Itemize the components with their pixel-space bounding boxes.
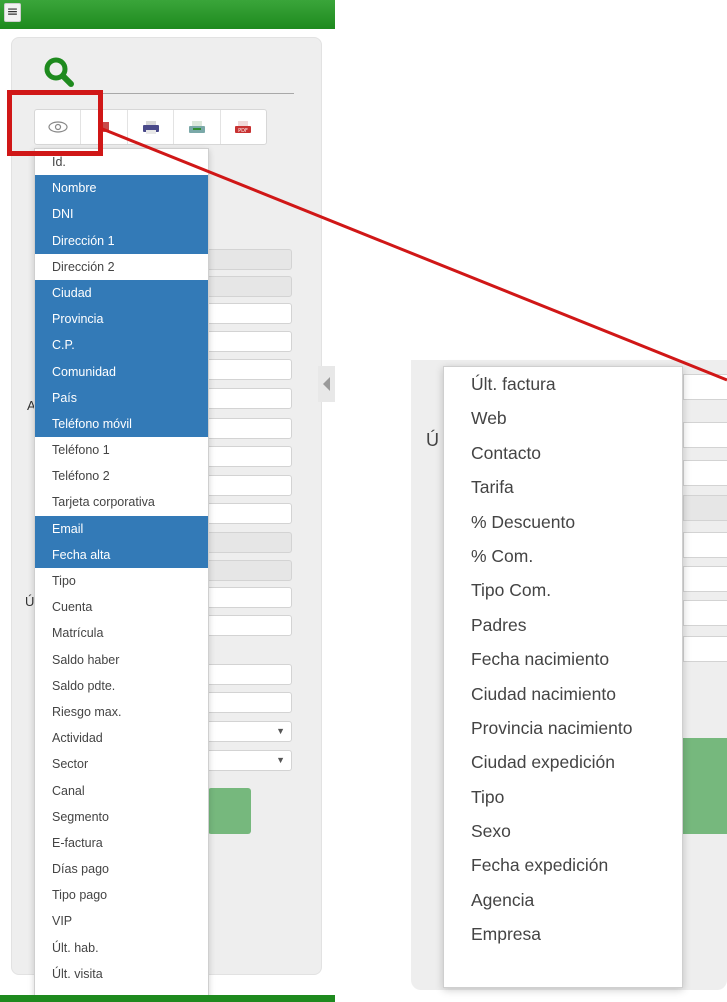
column-option[interactable]: % Descuento (444, 505, 682, 539)
search-icon[interactable] (42, 55, 76, 89)
column-option[interactable]: Teléfono 1 (35, 437, 208, 463)
export-sheet-icon (188, 120, 205, 133)
column-option[interactable]: Nombre (35, 175, 208, 202)
form-field[interactable] (683, 636, 727, 662)
column-option[interactable]: Provincia (35, 306, 208, 333)
column-option[interactable]: E-factura (35, 830, 208, 856)
column-option[interactable]: Padres (444, 608, 682, 642)
column-option[interactable]: País (35, 384, 208, 411)
column-option[interactable]: Tipo (35, 568, 208, 594)
column-option[interactable]: Sector (35, 751, 208, 777)
column-option[interactable]: Saldo haber (35, 647, 208, 673)
select-field[interactable]: ▼ (200, 750, 292, 771)
form-field[interactable] (683, 374, 727, 400)
form-field[interactable] (683, 600, 727, 626)
form-field[interactable] (200, 446, 292, 467)
column-option[interactable]: Tarjeta corporativa (35, 489, 208, 515)
pdf-button[interactable]: PDF (221, 110, 266, 144)
form-field[interactable] (200, 615, 292, 636)
form-label: Ú (426, 430, 439, 450)
column-option[interactable]: Últ. factura (444, 367, 682, 401)
column-option[interactable]: Días pago (35, 856, 208, 882)
app-screenshot: ≡ PDF A Ú ▼ ▼ Id. Nombre DNI Dirección 1… (0, 0, 335, 1002)
column-option[interactable]: Tipo pago (35, 882, 208, 908)
column-option[interactable]: Web (444, 401, 682, 435)
column-option[interactable]: Cuenta (35, 594, 208, 620)
column-option[interactable]: % Com. (444, 539, 682, 573)
column-option[interactable]: Dirección 1 (35, 227, 208, 254)
column-option[interactable]: Fecha expedición (444, 848, 682, 882)
column-option[interactable]: Contacto (444, 436, 682, 470)
form-field[interactable] (200, 418, 292, 439)
form-field[interactable] (200, 692, 292, 713)
form-field[interactable] (200, 388, 292, 409)
action-button[interactable] (208, 788, 251, 834)
form-field[interactable] (200, 276, 292, 297)
form-field[interactable] (200, 359, 292, 380)
column-option[interactable]: Empresa (444, 917, 682, 951)
column-option[interactable]: Tipo (444, 780, 682, 814)
column-option[interactable]: Email (35, 515, 208, 542)
column-option[interactable]: VIP (35, 908, 208, 934)
form-label: Ú (25, 594, 35, 609)
form-field[interactable] (200, 664, 292, 685)
action-button[interactable] (683, 738, 727, 834)
column-option[interactable]: Canal (35, 778, 208, 804)
form-field[interactable] (200, 532, 292, 553)
column-option[interactable]: Sexo (444, 814, 682, 848)
form-field[interactable] (200, 331, 292, 352)
column-option[interactable]: Matrícula (35, 620, 208, 646)
column-option[interactable]: Teléfono 2 (35, 463, 208, 489)
svg-text:PDF: PDF (238, 128, 248, 134)
printer-icon (142, 120, 159, 134)
column-option[interactable]: Saldo pdte. (35, 673, 208, 699)
column-option[interactable]: Ciudad nacimiento (444, 677, 682, 711)
bottom-bar (0, 995, 335, 1002)
column-option[interactable]: Fecha alta (35, 541, 208, 568)
form-field[interactable] (200, 587, 292, 608)
form-field[interactable] (200, 503, 292, 524)
zoomed-column-dropdown: Últ. factura Web Contacto Tarifa% Descuento… (443, 366, 683, 988)
form-field[interactable] (200, 475, 292, 496)
column-option[interactable]: DNI (35, 201, 208, 228)
form-field[interactable] (683, 495, 727, 521)
column-option[interactable]: Segmento (35, 804, 208, 830)
form-field[interactable] (683, 532, 727, 558)
form-field[interactable] (683, 460, 727, 486)
hamburger-icon[interactable]: ≡ (4, 3, 21, 22)
form-field[interactable] (200, 249, 292, 270)
screenshot-root: ≡ PDF A Ú ▼ ▼ Id. Nombre DNI Dirección 1… (0, 0, 727, 1002)
form-field[interactable] (683, 422, 727, 448)
column-option[interactable]: Últ. hab. (35, 935, 208, 961)
form-field[interactable] (200, 303, 292, 324)
column-option[interactable]: Comunidad (35, 358, 208, 385)
column-option[interactable]: Provincia nacimiento (444, 711, 682, 745)
column-option[interactable]: Tipo Com. (444, 573, 682, 607)
column-option[interactable]: Fecha nacimiento (444, 642, 682, 676)
column-visibility-dropdown: Id. Nombre DNI Dirección 1 Dirección 2 Ciudad… (34, 148, 209, 1002)
column-option[interactable]: Tarifa (444, 470, 682, 504)
column-option[interactable]: Actividad (35, 725, 208, 751)
column-option[interactable]: Teléfono móvil (35, 410, 208, 438)
column-option[interactable]: Agencia (444, 883, 682, 917)
collapse-panel-icon[interactable] (318, 366, 335, 402)
form-field[interactable] (200, 560, 292, 581)
column-option[interactable]: Dirección 2 (35, 254, 208, 280)
print-button[interactable] (128, 110, 175, 144)
column-option[interactable]: Ciudad (35, 279, 208, 307)
select-field[interactable]: ▼ (200, 721, 292, 742)
highlight-box (7, 90, 103, 156)
column-option[interactable]: Riesgo max. (35, 699, 208, 725)
form-field[interactable] (683, 566, 727, 592)
column-option[interactable]: C.P. (35, 332, 208, 359)
export-sheet-button[interactable] (174, 110, 221, 144)
pdf-icon: PDF (235, 120, 252, 134)
column-option[interactable]: Últ. visita (35, 961, 208, 987)
column-option[interactable]: Ciudad expedición (444, 745, 682, 779)
top-bar (0, 0, 335, 29)
